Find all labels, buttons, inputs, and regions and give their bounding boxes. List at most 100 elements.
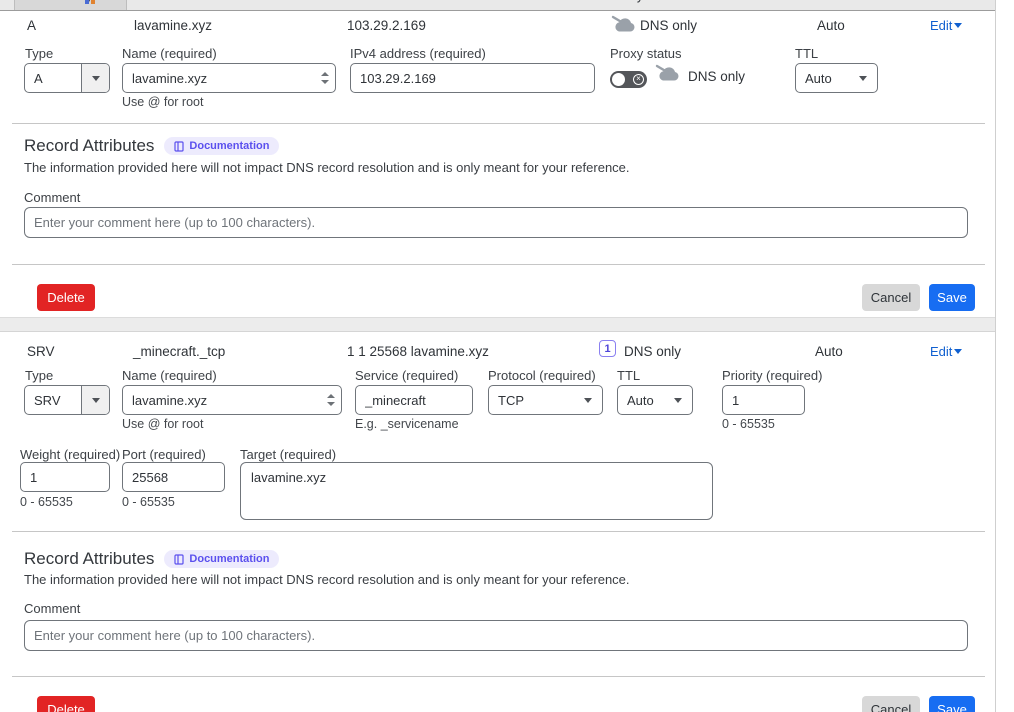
comment-input-wrap: [24, 207, 968, 238]
name-input-wrap: [122, 385, 342, 415]
record-attributes-header: Record Attributes Documentation: [24, 549, 279, 569]
port-helper: 0 - 65535: [122, 495, 175, 509]
ttl-label: TTL: [617, 368, 640, 383]
delete-button[interactable]: Delete: [37, 696, 95, 712]
type-label: Type: [25, 368, 53, 383]
section-divider: [12, 676, 985, 677]
port-input-wrap: [122, 462, 225, 492]
proxy-status-value: DNS only: [688, 69, 745, 84]
name-input-wrap: [122, 63, 336, 93]
attributes-description: The information provided here will not i…: [24, 572, 630, 587]
record-ttl: Auto: [815, 344, 843, 359]
ttl-select[interactable]: Auto: [617, 385, 693, 415]
documentation-link[interactable]: Documentation: [164, 137, 279, 155]
section-title: Record Attributes: [24, 136, 154, 156]
section-divider: [12, 123, 985, 124]
comment-input[interactable]: [25, 628, 967, 643]
record-type: A: [27, 18, 36, 33]
service-label: Service (required): [355, 368, 458, 383]
save-button[interactable]: Save: [929, 696, 975, 712]
chevron-down-icon: [81, 386, 109, 414]
toggle-off-icon: ×: [633, 74, 644, 85]
documentation-link[interactable]: Documentation: [164, 550, 279, 568]
target-label: Target (required): [240, 447, 336, 462]
record-attributes-header: Record Attributes Documentation: [24, 136, 279, 156]
comment-count-badge[interactable]: 1: [599, 340, 616, 357]
proxy-status-header-clipped: Proxy status: [610, 0, 682, 3]
dns-records-panel: Type Proxy status A lavamine.xyz 103.29.…: [0, 0, 1014, 712]
port-label: Port (required): [122, 447, 206, 462]
record-ttl: Auto: [817, 18, 845, 33]
port-input[interactable]: [123, 470, 224, 485]
clipped-icon: [91, 0, 95, 4]
comment-label: Comment: [24, 601, 80, 616]
stepper-icons[interactable]: [321, 72, 329, 84]
name-helper: Use @ for root: [122, 95, 203, 109]
name-helper: Use @ for root: [122, 417, 203, 431]
name-label: Name (required): [122, 368, 217, 383]
weight-label: Weight (required): [20, 447, 120, 462]
name-input[interactable]: [123, 393, 341, 408]
target-textarea[interactable]: lavamine.xyz: [240, 462, 713, 520]
name-input[interactable]: [123, 71, 335, 86]
type-filter-tab[interactable]: Type: [14, 0, 127, 10]
edit-record-link[interactable]: Edit: [930, 344, 962, 359]
type-select[interactable]: A: [24, 63, 110, 93]
proxy-status-label: Proxy status: [610, 46, 682, 61]
row-separator-band: [0, 317, 995, 332]
record-content: 1 1 25568 lavamine.xyz: [347, 344, 489, 359]
weight-helper: 0 - 65535: [20, 495, 73, 509]
dns-only-cloud-icon: [655, 64, 681, 82]
record-type: SRV: [27, 344, 55, 359]
ipv4-label: IPv4 address (required): [350, 46, 486, 61]
priority-input[interactable]: [723, 393, 804, 408]
save-button[interactable]: Save: [929, 284, 975, 311]
stepper-icons[interactable]: [327, 394, 335, 406]
document-icon: [174, 554, 184, 565]
ipv4-input-wrap: [350, 63, 595, 93]
record-name: _minecraft._tcp: [133, 344, 225, 359]
edit-record-link[interactable]: Edit: [930, 18, 962, 33]
record-content: 103.29.2.169: [347, 18, 426, 33]
section-title: Record Attributes: [24, 549, 154, 569]
priority-label: Priority (required): [722, 368, 822, 383]
service-helper: E.g. _servicename: [355, 417, 459, 431]
section-divider: [12, 531, 985, 532]
name-label: Name (required): [122, 46, 217, 61]
priority-helper: 0 - 65535: [722, 417, 775, 431]
table-header-strip: Type Proxy status: [0, 0, 995, 11]
attributes-description: The information provided here will not i…: [24, 160, 630, 175]
chevron-down-icon: [584, 398, 592, 403]
chevron-down-icon: [859, 76, 867, 81]
chevron-down-icon: [674, 398, 682, 403]
chevron-down-icon: [81, 64, 109, 92]
document-icon: [174, 141, 184, 152]
chevron-down-icon: [954, 349, 962, 354]
protocol-label: Protocol (required): [488, 368, 596, 383]
service-input-wrap: [355, 385, 473, 415]
delete-button[interactable]: Delete: [37, 284, 95, 311]
proxy-status-text: DNS only: [640, 18, 697, 33]
priority-input-wrap: [722, 385, 805, 415]
ttl-label: TTL: [795, 46, 818, 61]
record-name: lavamine.xyz: [134, 18, 212, 33]
clipped-icon: [85, 0, 89, 4]
type-select[interactable]: SRV: [24, 385, 110, 415]
proxy-status-text: DNS only: [624, 344, 681, 359]
protocol-select[interactable]: TCP: [488, 385, 603, 415]
type-label: Type: [25, 46, 53, 61]
cancel-button[interactable]: Cancel: [862, 284, 920, 311]
chevron-down-icon: [954, 23, 962, 28]
dns-only-cloud-icon: [611, 15, 637, 33]
weight-input[interactable]: [21, 470, 109, 485]
cancel-button[interactable]: Cancel: [862, 696, 920, 712]
weight-input-wrap: [20, 462, 110, 492]
scrollbar[interactable]: [995, 0, 1014, 712]
proxy-toggle[interactable]: ×: [610, 71, 647, 88]
comment-input-wrap: [24, 620, 968, 651]
service-input[interactable]: [356, 393, 472, 408]
comment-input[interactable]: [25, 215, 967, 230]
ttl-select[interactable]: Auto: [795, 63, 878, 93]
section-divider: [12, 264, 985, 265]
ipv4-input[interactable]: [351, 71, 594, 86]
